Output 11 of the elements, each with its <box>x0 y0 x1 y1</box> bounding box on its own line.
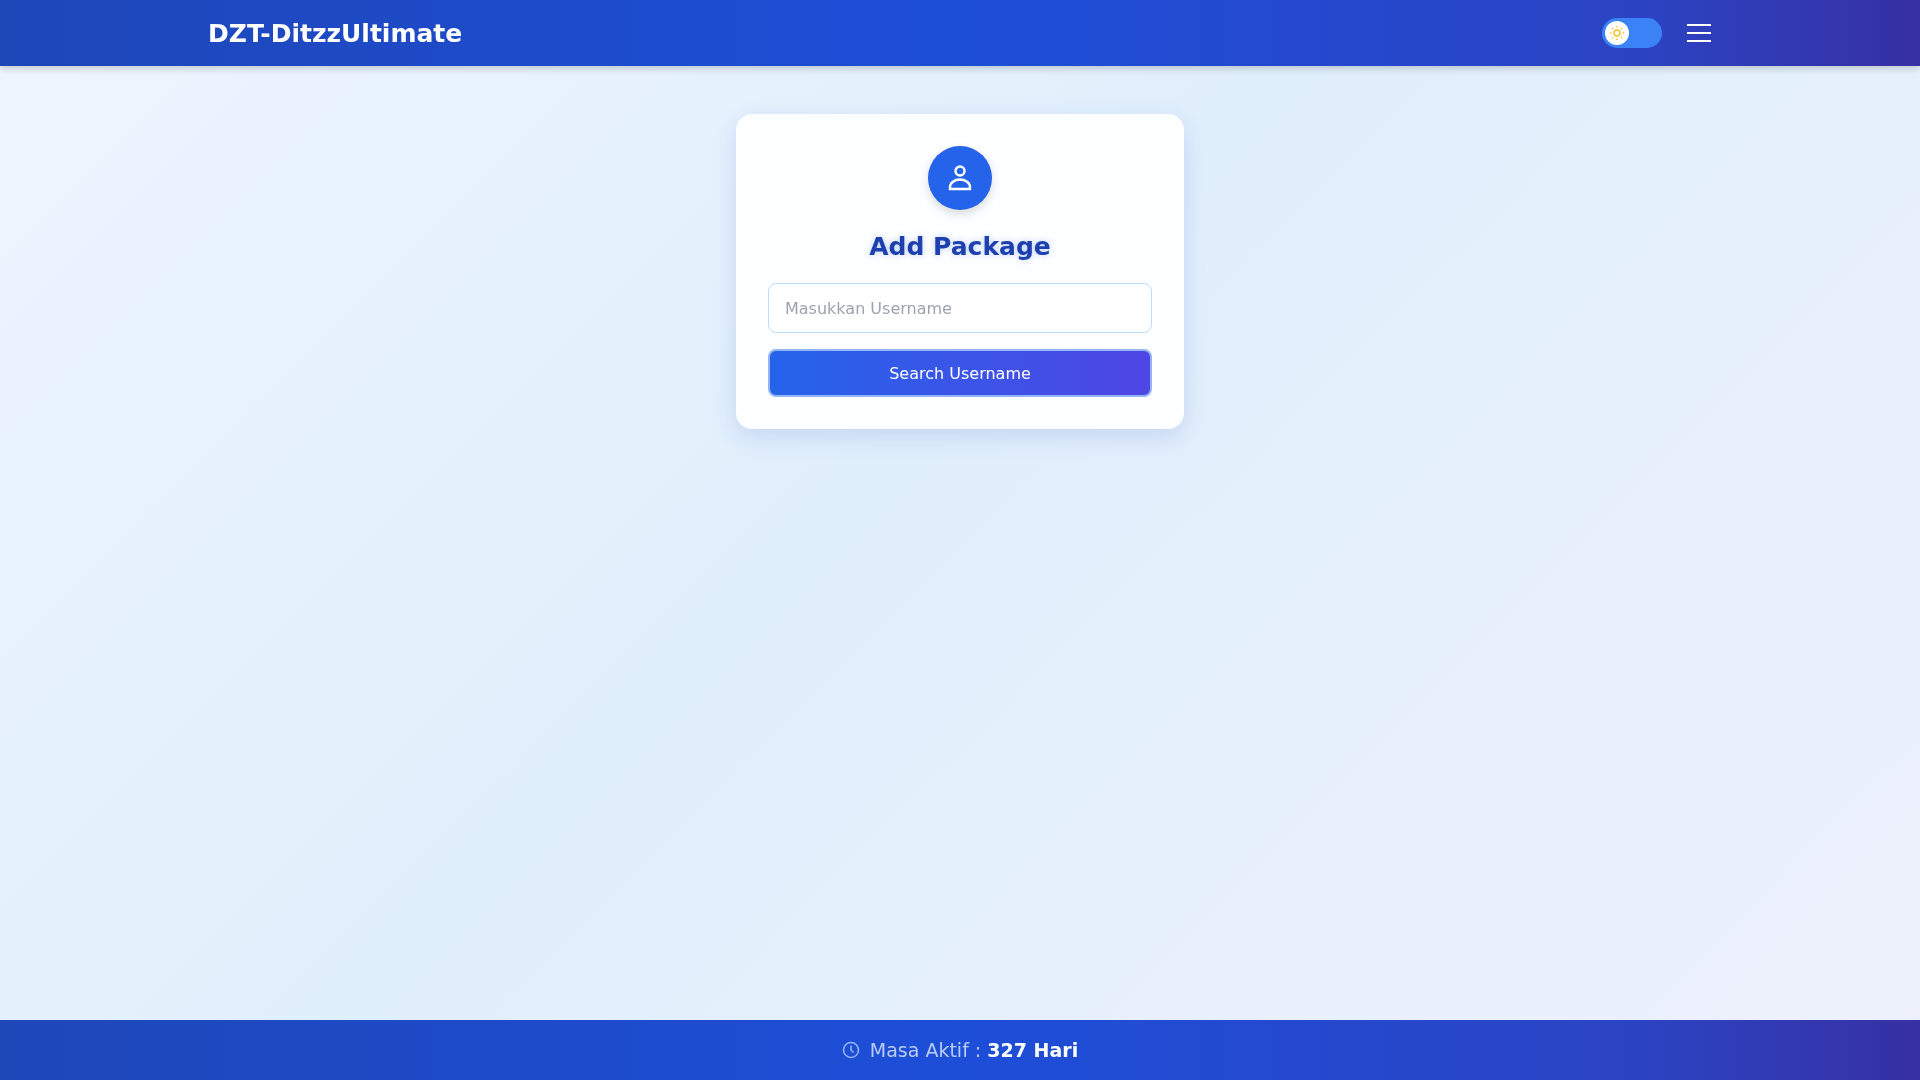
card-title: Add Package <box>869 232 1051 261</box>
username-field[interactable]: Masukkan Username <box>768 283 1152 333</box>
menu-icon <box>1686 22 1712 44</box>
brand-title: DZT-DitzzUltimate <box>208 18 463 48</box>
clock-icon <box>841 1041 860 1059</box>
menu-button[interactable] <box>1686 22 1712 44</box>
active-period-text: Masa Aktif : 327 Hari <box>869 1039 1079 1061</box>
sun-icon <box>1609 25 1625 41</box>
search-button[interactable]: Search Username <box>768 349 1152 397</box>
theme-toggle[interactable] <box>1602 18 1662 48</box>
user-icon <box>947 164 973 192</box>
